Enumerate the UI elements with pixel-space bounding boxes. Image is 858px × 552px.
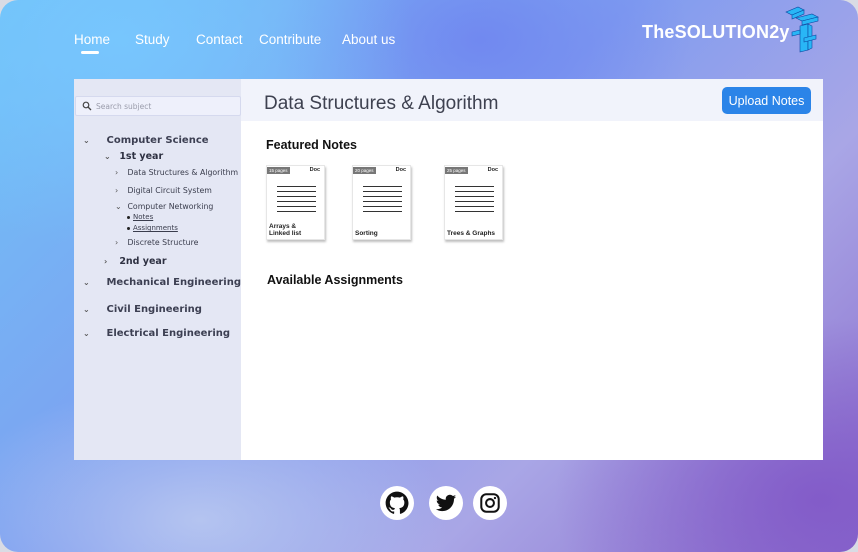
upload-notes-button[interactable]: Upload Notes [722,87,811,114]
app-frame: Home Study Contact Contribute About us T… [0,0,858,552]
tree-label: Electrical Engineering [106,328,231,339]
pages-badge: 25 pages [445,167,468,174]
tree-label: Data Structures & Algorithm [127,168,239,177]
chevron-down-icon: ⌄ [83,329,90,338]
bullet-icon [127,215,130,219]
tree-label: Digital Circuit System [127,186,212,195]
note-title-line: Sorting [355,230,378,237]
nav-study[interactable]: Study [135,32,170,47]
page-title: Data Structures & Algorithm [264,93,499,114]
tree-label: Civil Engineering [106,304,202,315]
twitter-icon [435,494,457,512]
instagram-link[interactable] [473,486,507,520]
doc-type-label: Doc [487,167,498,173]
tree-label: 1st year [119,151,164,162]
brand-logo-icon[interactable] [782,6,824,56]
chevron-right-icon: › [115,168,119,177]
tree-label: 2nd year [119,256,167,267]
tree-1st-year[interactable]: ⌄ 1st year [104,151,163,162]
search-input[interactable] [96,99,236,113]
tree-computer-science[interactable]: ⌄ Computer Science [83,135,209,146]
chevron-right-icon: › [104,257,108,266]
chevron-down-icon: ⌄ [104,152,111,161]
tree-mechanical[interactable]: ⌄ Mechanical Engineering [83,277,241,288]
doc-type-label: Doc [309,167,320,173]
note-title-line: Trees & Graphs [447,230,496,237]
tree-networking[interactable]: ⌄ Computer Networking [115,202,213,211]
pages-badge: 15 pages [267,167,290,174]
tree-label: Notes [133,213,154,221]
instagram-icon [480,493,500,513]
tree-label: Discrete Structure [127,238,199,247]
available-assignments-heading: Available Assignments [267,273,403,287]
tree-label: Computer Science [106,135,209,146]
chevron-right-icon: › [115,186,119,195]
nav-home[interactable]: Home [74,32,110,54]
brand-name[interactable]: TheSOLUTION2y [642,22,790,43]
tree-civil[interactable]: ⌄ Civil Engineering [83,304,202,315]
tree-assignments-link[interactable]: Assignments [127,224,178,232]
document-lines-icon [363,186,402,216]
note-title-line: Linked list [269,230,302,237]
main-card: ⌄ Computer Science ⌄ 1st year › Data Str… [74,79,823,460]
twitter-link[interactable] [429,486,463,520]
tree-dsa[interactable]: › Data Structures & Algorithm [115,168,238,177]
chevron-down-icon: ⌄ [83,136,90,145]
tree-notes-link[interactable]: Notes [127,213,153,221]
nav-contact[interactable]: Contact [196,32,243,47]
chevron-down-icon: ⌄ [115,202,122,211]
tree-label: Mechanical Engineering [106,277,242,288]
note-card[interactable]: 25 pages Doc Trees & Graphs [444,165,503,240]
tree-dcs[interactable]: › Digital Circuit System [115,186,212,195]
note-card[interactable]: 20 pages Doc Sorting [352,165,411,240]
featured-notes-heading: Featured Notes [266,138,357,152]
note-title: Trees & Graphs [447,230,495,237]
search-icon [82,101,92,111]
note-title: Sorting [355,230,378,237]
nav-contribute[interactable]: Contribute [259,32,321,47]
document-lines-icon [455,186,494,216]
github-link[interactable] [380,486,414,520]
pages-badge: 20 pages [353,167,376,174]
chevron-down-icon: ⌄ [83,305,90,314]
bullet-icon [127,226,130,230]
sidebar: ⌄ Computer Science ⌄ 1st year › Data Str… [74,79,241,460]
tree-2nd-year[interactable]: › 2nd year [104,256,167,267]
note-title: Arrays & Linked list [269,223,301,237]
search-box[interactable] [75,96,241,116]
document-lines-icon [277,186,316,216]
chevron-right-icon: › [115,238,119,247]
tree-label: Computer Networking [127,202,214,211]
doc-type-label: Doc [395,167,406,173]
chevron-down-icon: ⌄ [83,278,90,287]
tree-electrical[interactable]: ⌄ Electrical Engineering [83,328,230,339]
note-title-line: Arrays & [269,223,297,230]
nav-about-us[interactable]: About us [342,32,395,47]
tree-label: Assignments [133,224,178,232]
note-card[interactable]: 15 pages Doc Arrays & Linked list [266,165,325,240]
github-icon [385,491,409,514]
tree-discrete[interactable]: › Discrete Structure [115,238,198,247]
